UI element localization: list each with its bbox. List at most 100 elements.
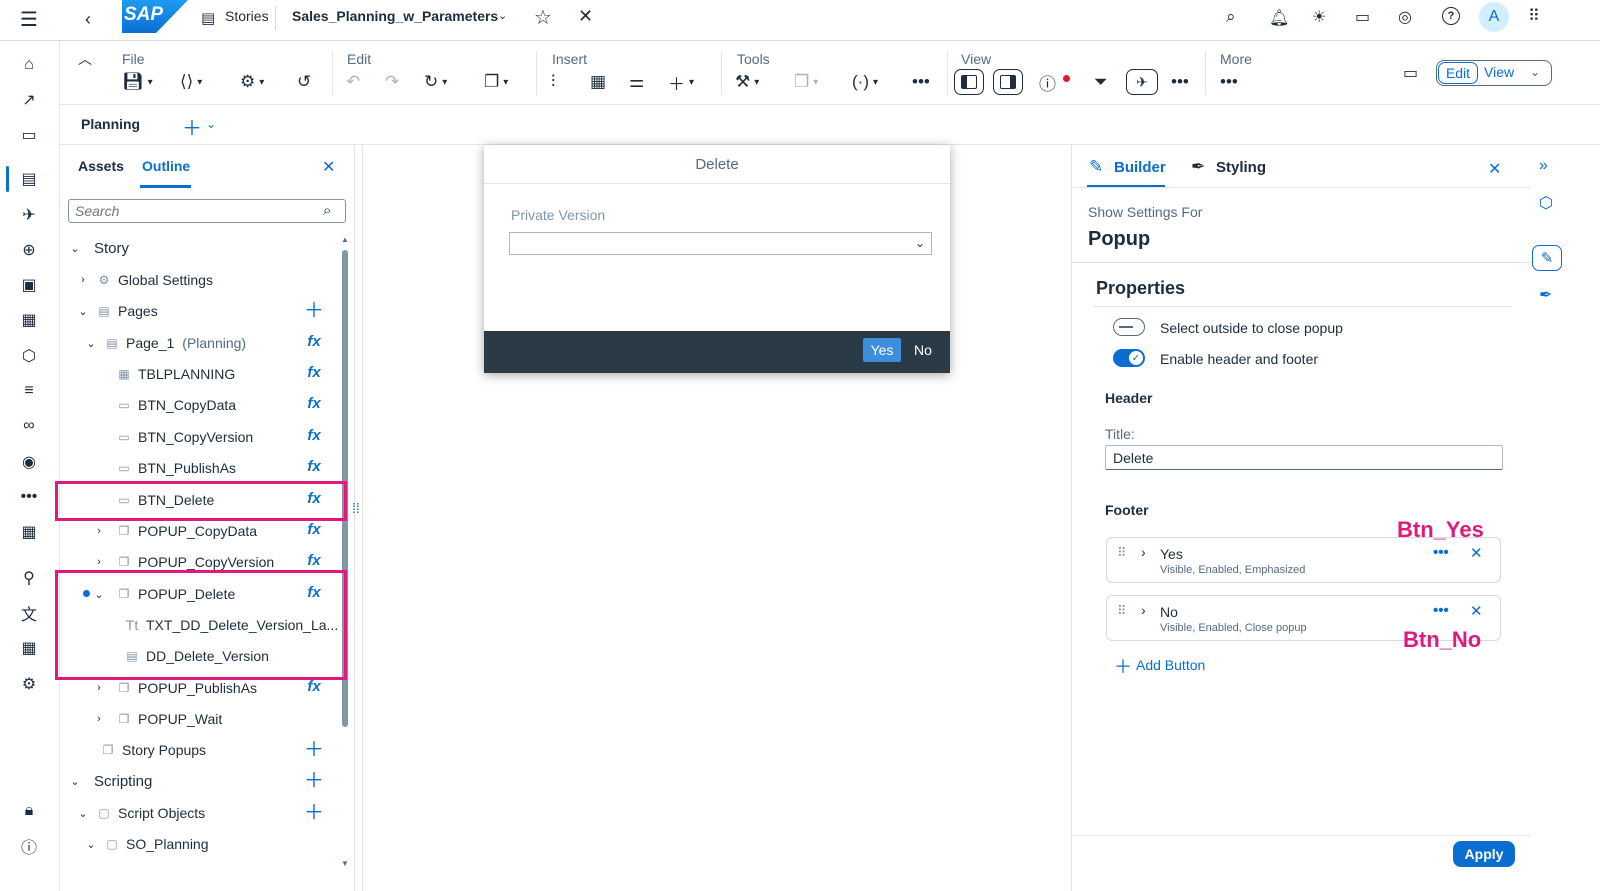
footer-button-yes[interactable]: ⠿ › Yes Visible, Enabled, Emphasized •••…	[1106, 537, 1501, 583]
tree-item-so-planning[interactable]: ⌄ ▢ SO_Planning	[84, 830, 208, 858]
share-icon[interactable]: ⟨⟩ ▾	[180, 71, 202, 93]
datasets-icon[interactable]: ▦	[16, 307, 42, 333]
tree-item-pages[interactable]: ⌄ ▤ Pages	[76, 297, 157, 325]
add-icon[interactable]: ＋	[1114, 653, 1132, 679]
stories-nav-icon[interactable]: ▤	[16, 166, 42, 192]
lock-icon[interactable]: 🔒︎	[16, 798, 42, 824]
script-fx-icon[interactable]: fx	[304, 333, 324, 350]
bell-icon[interactable]: 🔔︎	[1269, 8, 1289, 28]
script-fx-icon[interactable]: fx	[304, 552, 324, 569]
script-fx-icon[interactable]: fx	[304, 395, 324, 412]
formula-icon[interactable]: (·) ▾	[852, 71, 878, 93]
list-icon[interactable]: ≡	[16, 378, 42, 404]
story-title[interactable]: Sales_Planning_w_Parameters	[292, 8, 498, 24]
tree-item-global-settings[interactable]: › ⚙ Global Settings	[76, 266, 213, 294]
popup-no-button[interactable]: No	[914, 342, 932, 358]
add-page-icon[interactable]: ＋	[182, 112, 202, 141]
tree-item-script-objects[interactable]: ⌄ ▢ Script Objects	[76, 799, 205, 827]
calendar-icon[interactable]: ▦	[16, 519, 42, 545]
remove-icon[interactable]: ✕	[1470, 602, 1483, 620]
tree-item-tblplanning[interactable]: ▦ TBLPLANNING	[116, 360, 235, 388]
left-panel-toggle[interactable]	[954, 69, 984, 95]
styling-rail-icon[interactable]: ✒	[1539, 285, 1552, 305]
app-grid-icon[interactable]: ⠿	[1528, 6, 1540, 26]
tab-builder[interactable]: Builder	[1114, 159, 1166, 176]
remove-icon[interactable]: ✕	[1470, 544, 1483, 562]
toggle-view-icon[interactable]: ✈	[1126, 69, 1158, 95]
expand-panel-icon[interactable]: »	[1539, 157, 1548, 175]
tab-outline[interactable]: Outline	[142, 158, 190, 174]
planning-tools-icon[interactable]: ⚒ ▾	[735, 71, 759, 93]
save-icon[interactable]: 💾︎ ▾	[122, 71, 153, 93]
tree-item-scripting[interactable]: ⌄ Scripting	[68, 767, 152, 795]
back-icon[interactable]: ‹	[78, 8, 98, 30]
settings-icon[interactable]: ⚙ ▾	[240, 71, 264, 93]
cube-icon[interactable]: ⬡	[1539, 193, 1553, 213]
device-preview-icon[interactable]: ▭	[1403, 63, 1418, 83]
script-fx-icon[interactable]: fx	[304, 521, 324, 538]
collaboration-icon[interactable]: ◎	[1398, 7, 1412, 27]
more-view-icon[interactable]: •••	[1171, 71, 1189, 93]
analytic-app-icon[interactable]: ✈	[16, 202, 42, 228]
header-footer-toggle[interactable]: ✓	[1113, 349, 1145, 367]
stories-link[interactable]: Stories	[225, 8, 269, 24]
network-icon[interactable]: ⚲	[16, 565, 42, 591]
popup-yes-button[interactable]: Yes	[863, 338, 901, 362]
filter-icon[interactable]: ⏷	[1094, 71, 1108, 93]
script-fx-icon[interactable]: fx	[304, 364, 324, 381]
copy-icon[interactable]: ❐ ▾	[484, 71, 508, 93]
close-panel-icon[interactable]: ✕	[322, 157, 335, 177]
comments-icon[interactable]: ▭	[1355, 7, 1370, 27]
compass-icon[interactable]: ◉	[16, 449, 42, 475]
script-fx-icon[interactable]: fx	[304, 678, 324, 695]
tab-assets[interactable]: Assets	[78, 158, 124, 174]
expand-icon[interactable]: ›	[1141, 544, 1146, 560]
more-icon[interactable]: •••	[1220, 71, 1238, 93]
refresh-icon[interactable]: ↻ ▾	[424, 71, 447, 93]
presentation-icon[interactable]: ▣	[16, 272, 42, 298]
chart-icon[interactable]: ⫶	[551, 71, 555, 93]
more-tools-icon[interactable]: •••	[912, 71, 930, 93]
table-icon[interactable]: ▦	[590, 71, 606, 93]
menu-icon[interactable]: ☰	[18, 8, 40, 31]
page-tab-planning[interactable]: Planning	[81, 116, 140, 132]
grid-apps-icon[interactable]: ▦	[16, 635, 42, 661]
more-nav-icon[interactable]: •••	[16, 484, 42, 510]
tree-item-popup-wait[interactable]: › ❐ POPUP_Wait	[92, 705, 222, 733]
search-icon[interactable]: ⌕	[1226, 7, 1236, 27]
copy-to-icon[interactable]: ❐ ▾	[794, 71, 818, 93]
drag-handle-icon[interactable]: ⠿	[1117, 545, 1127, 561]
more-options-icon[interactable]: •••	[1433, 544, 1449, 561]
scroll-down-icon[interactable]: ▼	[341, 859, 349, 868]
data-analyzer-icon[interactable]: ⊕	[16, 237, 42, 263]
avatar[interactable]: A	[1479, 2, 1509, 32]
add-story-popup-icon[interactable]: ＋	[304, 740, 324, 760]
panel-resize-handle[interactable]: ⁞⁞	[352, 500, 360, 516]
tree-item-story[interactable]: ⌄ Story	[68, 234, 129, 262]
translate-icon[interactable]: 文	[16, 600, 42, 626]
tree-item-story-popups[interactable]: ❐ Story Popups	[100, 736, 206, 764]
info-nav-icon[interactable]: ⓘ	[16, 833, 42, 859]
star-icon[interactable]: ☆	[534, 5, 552, 30]
tree-item-btn-copyversion[interactable]: ▭ BTN_CopyVersion	[116, 423, 253, 451]
title-input[interactable]: Delete	[1105, 445, 1503, 470]
input-control-icon[interactable]: ⚌	[629, 71, 644, 93]
lightbulb-icon[interactable]: ☀	[1312, 7, 1326, 27]
chevron-down-icon[interactable]: ⌄	[498, 9, 507, 22]
scroll-up-icon[interactable]: ▲	[341, 235, 349, 244]
view-mode-button[interactable]: View	[1484, 64, 1514, 80]
tree-item-popup-copydata[interactable]: › ❐ POPUP_CopyData	[92, 517, 257, 545]
add-page-icon[interactable]: ＋	[304, 301, 324, 321]
tree-item-btn-copydata[interactable]: ▭ BTN_CopyData	[116, 391, 236, 419]
binoculars-icon[interactable]: ∞	[16, 413, 42, 439]
redo-icon[interactable]: ↷	[385, 71, 399, 93]
add-script-object-icon[interactable]: ＋	[304, 803, 324, 823]
chevron-down-icon[interactable]: ⌄	[206, 117, 216, 131]
home-icon[interactable]: ⌂	[16, 52, 42, 78]
help-icon[interactable]: ?	[1442, 7, 1460, 25]
more-options-icon[interactable]: •••	[1433, 602, 1449, 619]
settings-nav-icon[interactable]: ⚙	[16, 671, 42, 697]
tree-item-page-1[interactable]: ⌄ ▤ Page_1 (Planning)	[84, 329, 246, 357]
add-button-link[interactable]: Add Button	[1136, 657, 1205, 673]
edit-mode-button[interactable]: Edit	[1438, 62, 1478, 84]
